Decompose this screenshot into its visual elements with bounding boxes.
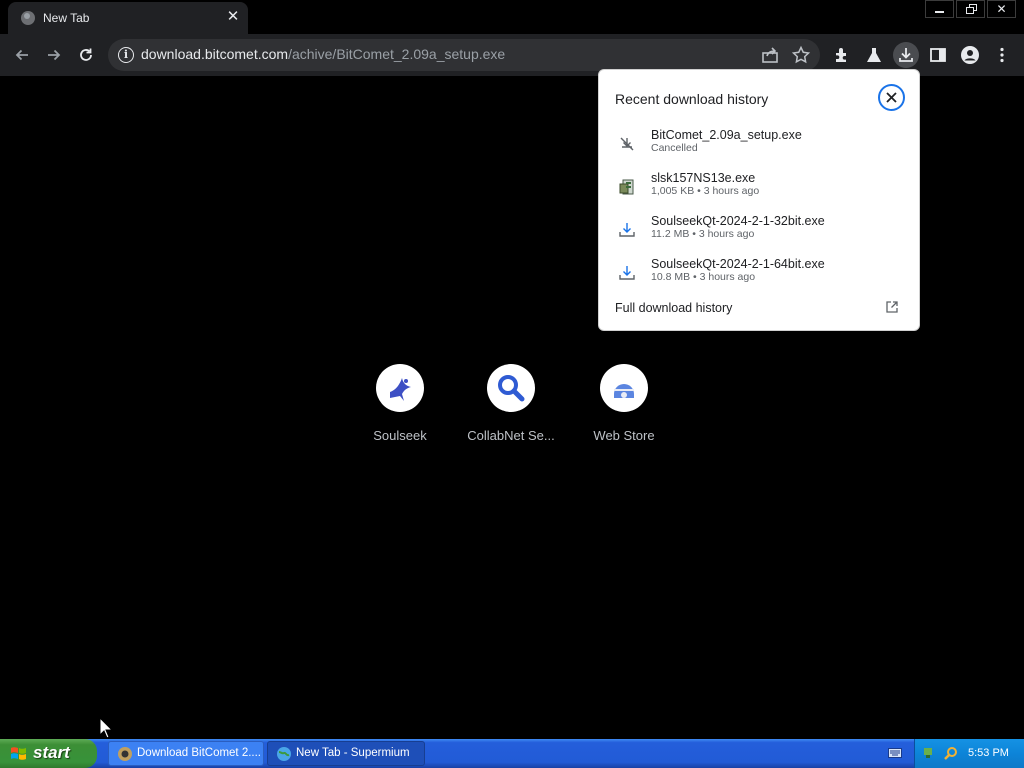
download-filename: slsk157NS13e.exe bbox=[651, 171, 756, 185]
taskbar-item-label: Download BitComet 2.... bbox=[137, 747, 262, 759]
reload-button[interactable] bbox=[73, 42, 99, 68]
shortcut-collabnet[interactable]: CollabNet Se... bbox=[455, 364, 567, 443]
download-status: 11.2 MB • 3 hours ago bbox=[651, 228, 755, 240]
window-controls: ✕ bbox=[923, 0, 1016, 18]
clock: 5:53 PM bbox=[968, 747, 1009, 759]
reload-icon bbox=[80, 48, 92, 61]
forward-arrow-icon bbox=[48, 49, 61, 61]
installer-file-icon bbox=[619, 179, 634, 195]
shortcut-web-store[interactable]: Web Store bbox=[568, 364, 680, 443]
bookmark-star-icon[interactable] bbox=[791, 45, 811, 65]
download-status: 10.8 MB • 3 hours ago bbox=[651, 271, 756, 283]
download-file-icon bbox=[619, 223, 635, 237]
close-icon bbox=[886, 92, 897, 103]
desktop-screen: New Tab ✕ ✕ i download.bitcomet.com/achi… bbox=[0, 0, 1024, 768]
shortcut-soulseek[interactable]: Soulseek bbox=[344, 364, 456, 443]
download-filename: SoulseekQt-2024-2-1-32bit.exe bbox=[651, 214, 825, 228]
browser-tab[interactable]: New Tab ✕ bbox=[8, 2, 248, 34]
bubble-title: Recent download history bbox=[615, 91, 769, 107]
profile-avatar-icon[interactable] bbox=[957, 42, 983, 68]
shortcut-label: CollabNet Se... bbox=[467, 428, 555, 443]
taskbar: start Download BitComet 2.... New Tab - … bbox=[0, 739, 1024, 768]
download-item[interactable]: SoulseekQt-2024-2-1-64bit.exe 10.8 MB • … bbox=[615, 257, 905, 291]
address-bar[interactable]: i download.bitcomet.com/achive/BitComet_… bbox=[108, 39, 820, 71]
share-icon[interactable] bbox=[760, 45, 780, 65]
download-item[interactable]: BitComet_2.09a_setup.exe Cancelled bbox=[615, 128, 905, 162]
back-button[interactable] bbox=[9, 42, 35, 68]
full-download-history-link[interactable]: Full download history bbox=[615, 301, 732, 315]
taskbar-item-bitcomet[interactable]: Download BitComet 2.... bbox=[108, 741, 264, 766]
menu-kebab-icon[interactable] bbox=[989, 42, 1015, 68]
tab-strip: New Tab ✕ ✕ bbox=[0, 0, 1024, 34]
mouse-cursor-icon bbox=[99, 717, 113, 739]
download-filename: SoulseekQt-2024-2-1-64bit.exe bbox=[651, 257, 825, 271]
start-button[interactable]: start bbox=[0, 739, 97, 768]
tab-title: New Tab bbox=[43, 11, 90, 25]
start-label: start bbox=[33, 743, 70, 762]
url-host: download.bitcomet.com bbox=[141, 46, 289, 62]
url-path: /achive/BitComet_2.09a_setup.exe bbox=[288, 46, 506, 62]
site-info-icon[interactable]: i bbox=[118, 47, 134, 63]
extensions-puzzle-icon[interactable] bbox=[829, 42, 855, 68]
globe-icon bbox=[21, 11, 35, 25]
close-bubble-button[interactable] bbox=[878, 84, 905, 111]
taskbar-item-label: New Tab - Supermium bbox=[296, 747, 410, 759]
restore-button[interactable] bbox=[956, 0, 985, 18]
download-file-icon bbox=[619, 266, 635, 280]
download-item[interactable]: SoulseekQt-2024-2-1-32bit.exe 11.2 MB • … bbox=[615, 214, 905, 248]
labs-flask-icon[interactable] bbox=[861, 42, 887, 68]
tab-close-icon[interactable]: ✕ bbox=[225, 9, 241, 25]
browser-app-icon bbox=[118, 747, 132, 761]
download-status: Cancelled bbox=[651, 142, 698, 154]
download-bubble: Recent download history BitComet_2.09a_s… bbox=[598, 69, 920, 331]
keyboard-icon[interactable] bbox=[888, 747, 902, 759]
url-text: download.bitcomet.com/achive/BitComet_2.… bbox=[141, 46, 505, 62]
back-arrow-icon bbox=[15, 49, 28, 61]
web-store-icon bbox=[600, 364, 648, 412]
search-tray-icon[interactable] bbox=[943, 745, 959, 761]
download-filename: BitComet_2.09a_setup.exe bbox=[651, 128, 802, 142]
side-panel-icon[interactable] bbox=[925, 42, 951, 68]
shortcut-label: Web Store bbox=[593, 428, 655, 443]
minimize-button[interactable] bbox=[925, 0, 954, 18]
soulseek-bird-icon bbox=[376, 364, 424, 412]
open-external-icon[interactable] bbox=[885, 300, 899, 314]
download-status: 1,005 KB • 3 hours ago bbox=[651, 185, 760, 197]
network-tray-icon[interactable] bbox=[923, 745, 939, 761]
shortcut-label: Soulseek bbox=[373, 428, 427, 443]
supermium-globe-icon bbox=[277, 747, 291, 761]
system-tray: 5:53 PM bbox=[914, 739, 1024, 768]
download-icon bbox=[899, 48, 913, 62]
forward-button[interactable] bbox=[41, 42, 67, 68]
magnifier-search-icon bbox=[487, 364, 535, 412]
close-window-button[interactable]: ✕ bbox=[987, 0, 1016, 18]
windows-logo-icon bbox=[11, 747, 26, 760]
downloads-button[interactable] bbox=[893, 42, 919, 68]
taskbar-item-new-tab[interactable]: New Tab - Supermium bbox=[267, 741, 425, 766]
download-item[interactable]: slsk157NS13e.exe 1,005 KB • 3 hours ago bbox=[615, 171, 905, 205]
cancelled-download-icon bbox=[620, 137, 634, 151]
